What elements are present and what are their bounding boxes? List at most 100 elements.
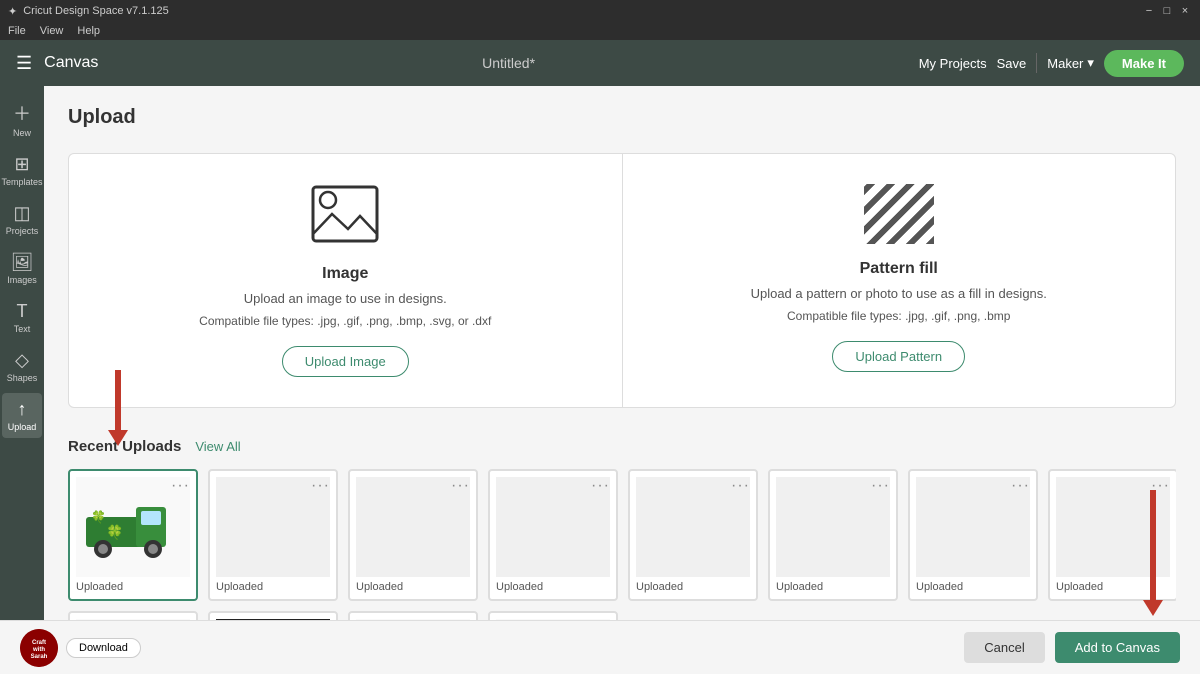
new-icon: ＋: [13, 100, 31, 126]
thumbnail-item-5[interactable]: ··· Uploaded: [628, 469, 758, 601]
thumbnail-item-7[interactable]: ··· Uploaded: [908, 469, 1038, 601]
maker-selector[interactable]: Maker ▾: [1047, 55, 1094, 71]
thumbnail-label-2: Uploaded: [216, 581, 330, 593]
sidebar-item-projects[interactable]: ◫ Projects: [2, 197, 42, 242]
menu-view[interactable]: View: [40, 25, 64, 37]
avatar-svg: Craft with Sarah: [20, 629, 58, 667]
thumbnail-item-1[interactable]: ···: [68, 469, 198, 601]
thumbnail-label-7: Uploaded: [916, 581, 1030, 593]
upload-image-button[interactable]: Upload Image: [282, 346, 409, 377]
close-btn[interactable]: ×: [1178, 4, 1192, 18]
pattern-card-compat: Compatible file types: .jpg, .gif, .png,…: [787, 309, 1010, 323]
chevron-down-icon: ▾: [1087, 55, 1094, 71]
bottom-left-area: Craft with Sarah Download: [20, 629, 141, 667]
thumbnail-item-3[interactable]: ··· Uploaded: [348, 469, 478, 601]
sidebar-item-templates[interactable]: ⊞ Templates: [2, 148, 42, 193]
minimize-btn[interactable]: −: [1142, 4, 1156, 18]
cancel-button[interactable]: Cancel: [964, 632, 1044, 663]
templates-icon: ⊞: [14, 154, 29, 175]
image-card-compat: Compatible file types: .jpg, .gif, .png,…: [199, 314, 491, 328]
thumbnail-menu-8[interactable]: ···: [1151, 477, 1170, 495]
thumbnail-item-6[interactable]: ··· Uploaded: [768, 469, 898, 601]
page-title: Upload: [68, 106, 1176, 129]
image-upload-icon: [310, 184, 380, 249]
toolbar-divider: [1036, 53, 1037, 73]
image-card-desc: Upload an image to use in designs.: [244, 291, 447, 306]
pattern-card-desc: Upload a pattern or photo to use as a fi…: [751, 286, 1047, 301]
content-area: ＋ New ⊞ Templates ◫ Projects 🖼 Images T …: [0, 86, 1200, 674]
menu-bar: File View Help: [0, 22, 1200, 40]
thumbnail-label-5: Uploaded: [636, 581, 750, 593]
sidebar-item-label: Text: [14, 324, 31, 334]
thumbnail-menu-5[interactable]: ···: [731, 477, 750, 495]
pattern-icon-box: [864, 184, 934, 244]
thumbnail-menu-1[interactable]: ···: [171, 477, 190, 495]
thumbnail-menu-7[interactable]: ···: [1011, 477, 1030, 495]
thumbnail-item-2[interactable]: ··· Uploaded: [208, 469, 338, 601]
sidebar-item-shapes[interactable]: ◇ Shapes: [2, 344, 42, 389]
recent-uploads-header: Recent Uploads View All: [68, 438, 1176, 455]
add-to-canvas-button[interactable]: Add to Canvas: [1055, 632, 1180, 663]
svg-text:🍀: 🍀: [91, 510, 106, 524]
window-controls[interactable]: − □ ×: [1142, 4, 1192, 18]
bottom-bar: Craft with Sarah Download Cancel Add to …: [0, 620, 1200, 674]
thumbnail-item-8[interactable]: ··· Uploaded: [1048, 469, 1176, 601]
thumbnail-label-8: Uploaded: [1056, 581, 1170, 593]
pattern-upload-icon: [864, 184, 934, 244]
sidebar-item-label: Projects: [6, 226, 39, 236]
thumbnail-label-1: Uploaded: [76, 581, 190, 593]
my-projects-button[interactable]: My Projects: [919, 56, 987, 71]
menu-file[interactable]: File: [8, 25, 26, 37]
sidebar-item-label: New: [13, 128, 31, 138]
sidebar-item-label: Shapes: [7, 373, 38, 383]
bottom-right-area: Cancel Add to Canvas: [964, 632, 1180, 663]
view-all-link[interactable]: View All: [195, 439, 240, 454]
pattern-upload-card: Pattern fill Upload a pattern or photo t…: [623, 154, 1176, 407]
sidebar-item-upload[interactable]: ↑ Upload: [2, 393, 42, 438]
thumbnail-label-4: Uploaded: [496, 581, 610, 593]
image-placeholder-icon: [310, 184, 380, 244]
image-card-title: Image: [322, 265, 368, 283]
thumbnail-menu-3[interactable]: ···: [451, 477, 470, 495]
thumbnail-menu-4[interactable]: ···: [591, 477, 610, 495]
sidebar-item-images[interactable]: 🖼 Images: [2, 246, 42, 291]
thumbnail-menu-2[interactable]: ···: [311, 477, 330, 495]
truck-svg: 🍀 🍀: [81, 487, 186, 567]
upload-cards: Image Upload an image to use in designs.…: [68, 153, 1176, 408]
download-button[interactable]: Download: [66, 638, 141, 658]
main-toolbar: ☰ Canvas Untitled* My Projects Save Make…: [0, 40, 1200, 86]
save-button[interactable]: Save: [997, 56, 1027, 71]
document-title: Untitled*: [482, 55, 535, 71]
svg-text:Craft: Craft: [32, 640, 46, 646]
app-title: Cricut Design Space v7.1.125: [23, 5, 169, 17]
avatar: Craft with Sarah: [20, 629, 58, 667]
main-content: Upload Image Upload an image to use in d…: [44, 86, 1200, 674]
thumbnail-item-4[interactable]: ··· Uploaded: [488, 469, 618, 601]
thumbnail-menu-6[interactable]: ···: [871, 477, 890, 495]
svg-text:with: with: [32, 647, 45, 653]
title-bar: ✦ Cricut Design Space v7.1.125 − □ ×: [0, 0, 1200, 22]
app-title-toolbar: Canvas: [44, 54, 98, 72]
maker-label: Maker: [1047, 56, 1083, 71]
svg-text:Sarah: Sarah: [31, 654, 48, 660]
thumbnail-label-3: Uploaded: [356, 581, 470, 593]
text-icon: T: [17, 301, 28, 322]
app-icon: ✦: [8, 5, 17, 18]
images-icon: 🖼: [11, 252, 34, 273]
make-it-button[interactable]: Make It: [1104, 50, 1184, 77]
pattern-card-title: Pattern fill: [860, 260, 938, 278]
sidebar-item-label: Upload: [8, 422, 37, 432]
sidebar-item-label: Images: [7, 275, 37, 285]
upload-pattern-button[interactable]: Upload Pattern: [832, 341, 965, 372]
sidebar: ＋ New ⊞ Templates ◫ Projects 🖼 Images T …: [0, 86, 44, 674]
menu-help[interactable]: Help: [77, 25, 100, 37]
sidebar-item-new[interactable]: ＋ New: [2, 94, 42, 144]
pattern-stripes: [864, 184, 934, 244]
hamburger-icon[interactable]: ☰: [16, 53, 32, 74]
thumbnail-grid-row1: ···: [68, 469, 1176, 601]
svg-text:🍀: 🍀: [106, 524, 123, 541]
upload-icon: ↑: [18, 399, 27, 420]
maximize-btn[interactable]: □: [1160, 4, 1174, 18]
sidebar-item-text[interactable]: T Text: [2, 295, 42, 340]
sidebar-item-label: Templates: [1, 177, 42, 187]
